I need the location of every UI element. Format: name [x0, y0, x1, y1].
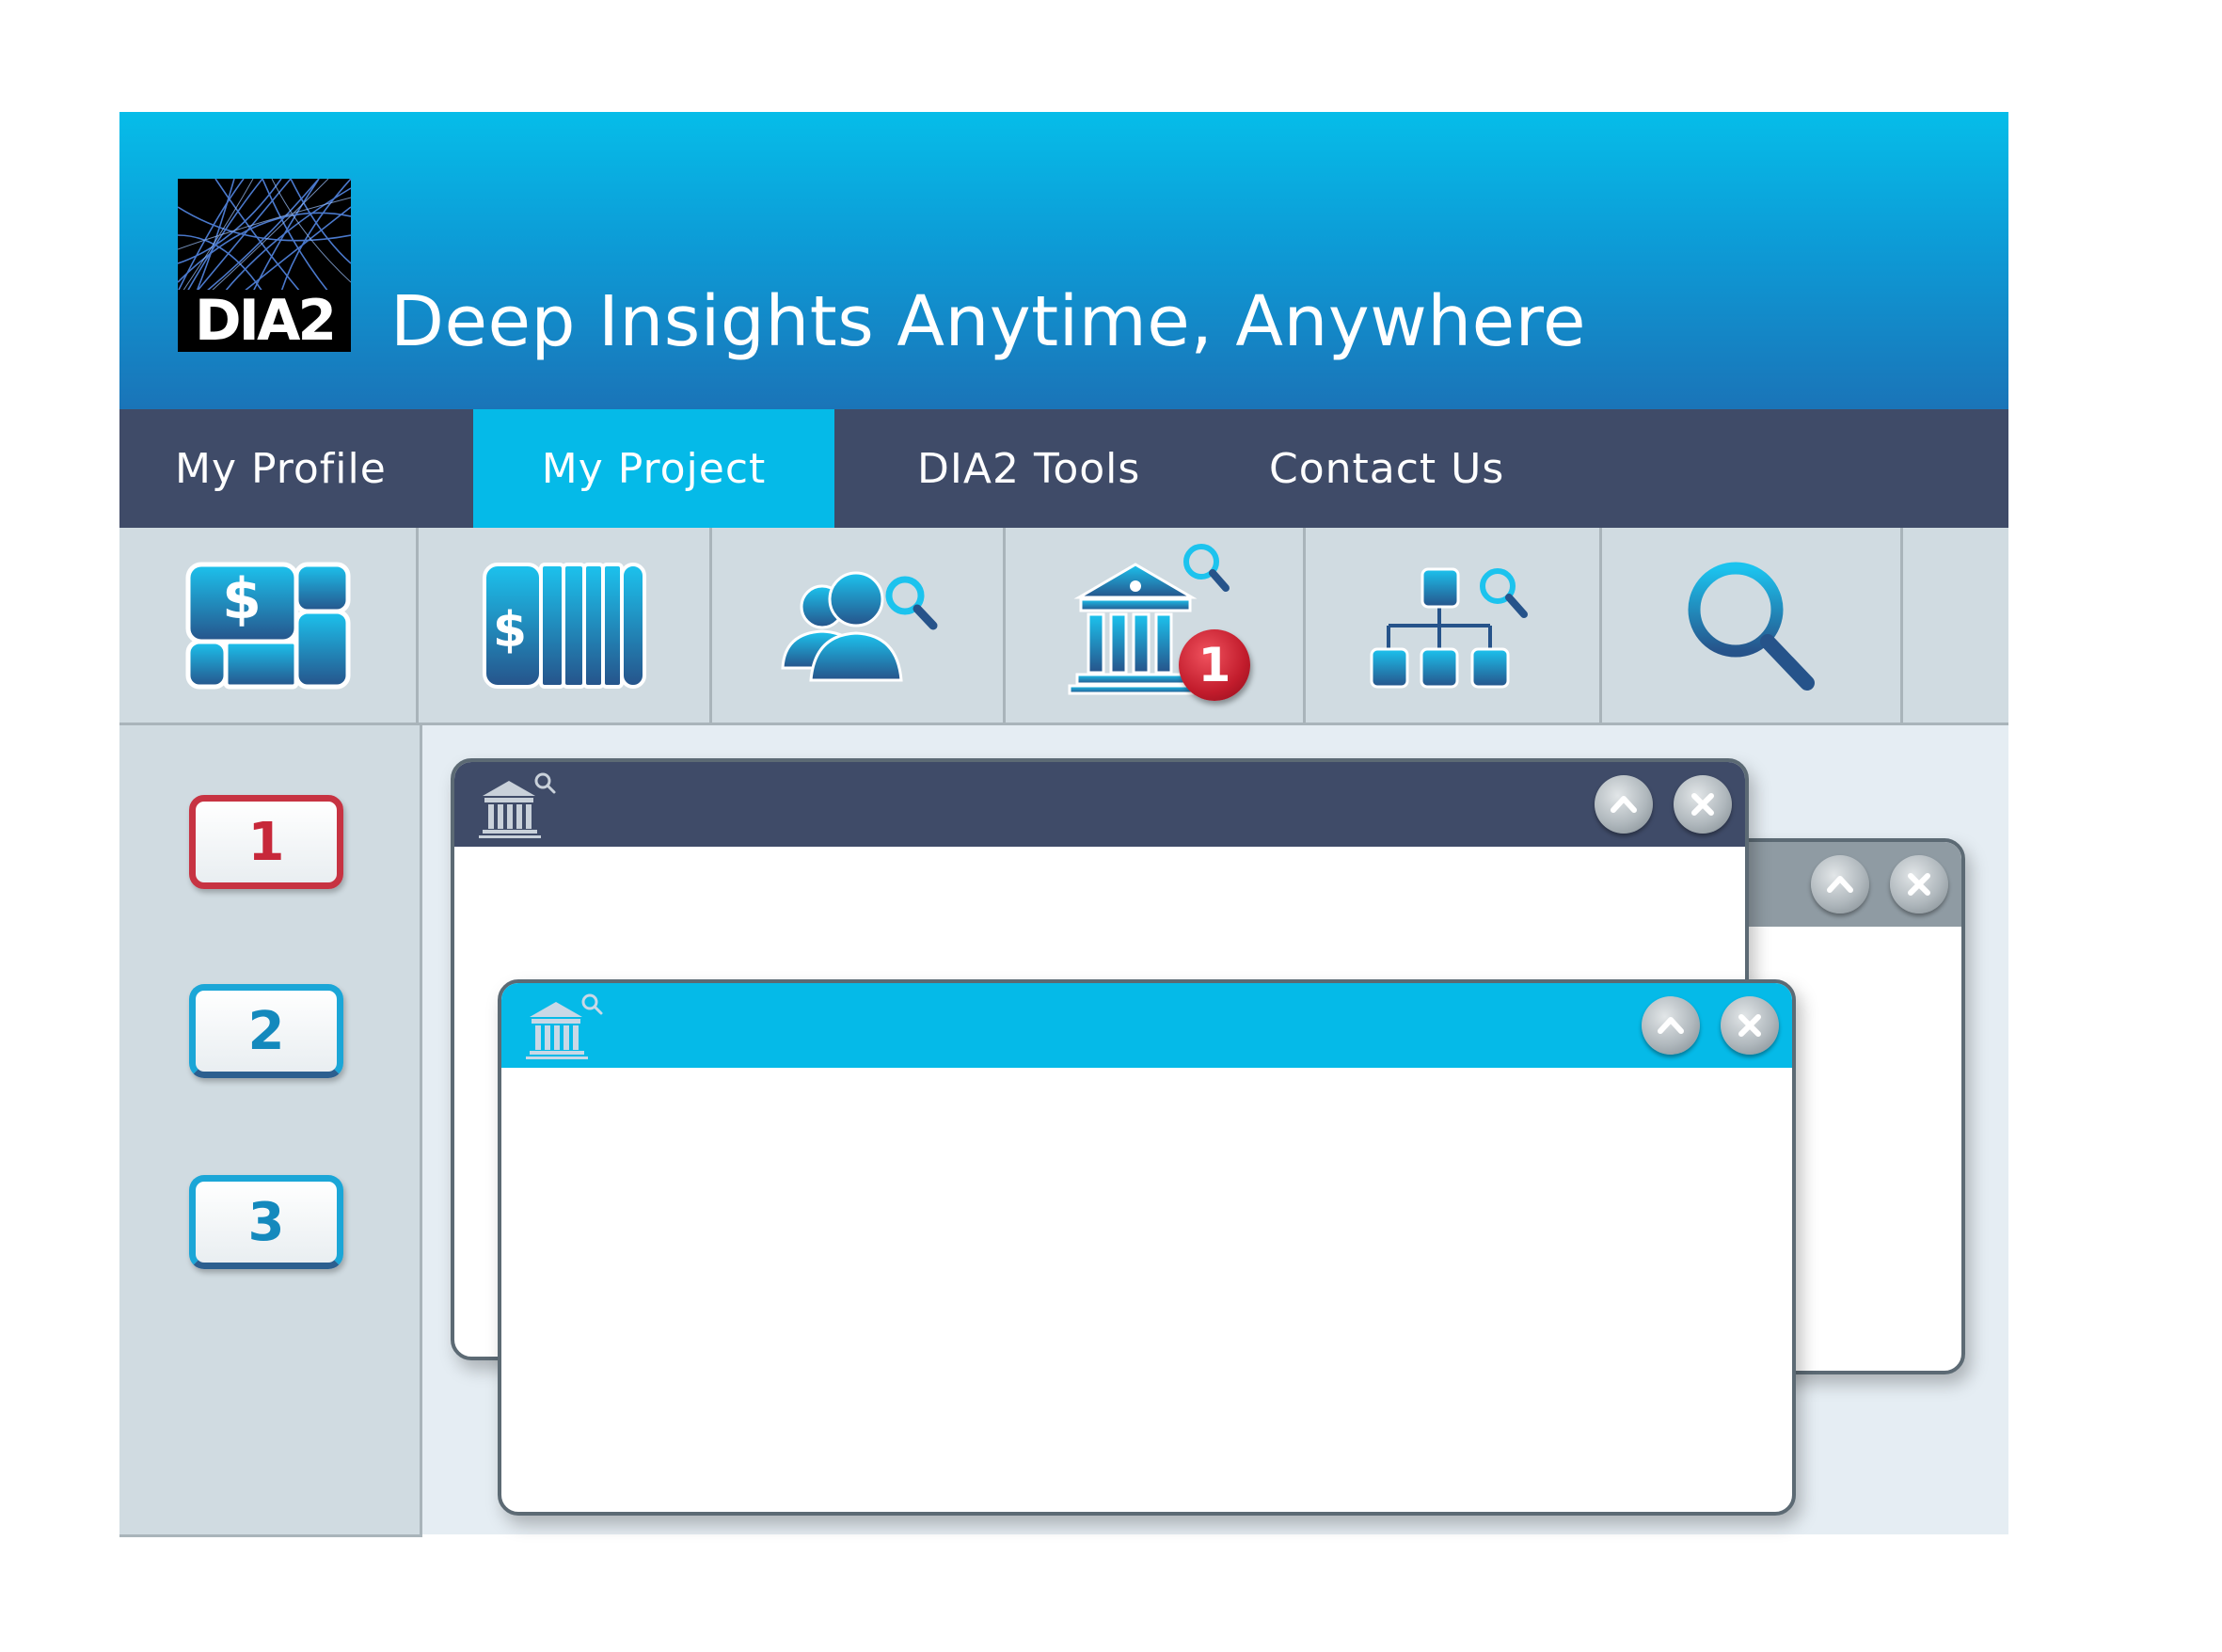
nav-dia2-tools[interactable]: DIA2 Tools: [917, 409, 1140, 528]
close-icon: [1691, 793, 1714, 816]
chevron-up-icon: [1827, 876, 1853, 893]
project-slot-3-button[interactable]: 3: [189, 1175, 343, 1269]
institution-search-icon: [526, 993, 603, 1059]
institution-search-tool[interactable]: 1: [1006, 528, 1306, 723]
front-window[interactable]: [498, 979, 1796, 1516]
institution-search-icon: [479, 772, 556, 838]
svg-text:$: $: [222, 566, 262, 632]
collapse-button[interactable]: [1642, 996, 1700, 1055]
close-icon: [1908, 873, 1930, 896]
svg-text:$: $: [492, 602, 526, 659]
workspace: [422, 725, 2008, 1534]
collapse-button[interactable]: [1595, 775, 1653, 834]
project-sidebar: 1 2 3: [119, 725, 422, 1537]
middle-window-titlebar[interactable]: [454, 762, 1745, 847]
nav-my-profile[interactable]: My Profile: [175, 409, 387, 528]
org-chart-search-icon: [1370, 567, 1528, 688]
main-nav: My Profile My Project DIA2 Tools Contact…: [119, 409, 2008, 528]
network-graphic-icon: [178, 179, 351, 292]
nav-contact-us[interactable]: Contact Us: [1269, 409, 1504, 528]
project-slot-1-button[interactable]: 1: [189, 795, 343, 889]
nav-my-project[interactable]: My Project: [473, 409, 834, 528]
close-button[interactable]: [1890, 855, 1948, 913]
tool-toolbar: $ $ 1: [119, 528, 2008, 725]
logo-text: DIA2: [178, 290, 351, 352]
search-tool[interactable]: [1602, 528, 1903, 723]
close-button[interactable]: [1674, 775, 1732, 834]
search-icon: [1688, 562, 1815, 691]
org-chart-search-tool[interactable]: [1306, 528, 1602, 723]
toolbar-empty-slot: [1903, 528, 2008, 723]
app-tagline: Deep Insights Anytime, Anywhere: [390, 281, 1586, 362]
chevron-up-icon: [1658, 1017, 1684, 1034]
dia2-logo[interactable]: DIA2: [178, 179, 351, 352]
project-slot-2-button[interactable]: 2: [189, 984, 343, 1078]
close-button[interactable]: [1721, 996, 1779, 1055]
people-search-tool[interactable]: [712, 528, 1006, 723]
app-header: DIA2 Deep Insights Anytime, Anywhere: [119, 112, 2008, 409]
funding-grid-icon: $: [185, 562, 350, 689]
dia2-app: DIA2 Deep Insights Anytime, Anywhere My …: [119, 112, 2008, 1537]
chevron-up-icon: [1611, 796, 1637, 813]
funding-columns-tool[interactable]: $: [419, 528, 712, 723]
people-search-icon: [780, 571, 937, 681]
close-icon: [1738, 1014, 1761, 1037]
notification-badge: 1: [1179, 629, 1250, 701]
collapse-button[interactable]: [1811, 855, 1869, 913]
funding-grid-tool[interactable]: $: [119, 528, 419, 723]
funding-columns-icon: $: [482, 562, 646, 689]
front-window-titlebar[interactable]: [501, 983, 1792, 1068]
